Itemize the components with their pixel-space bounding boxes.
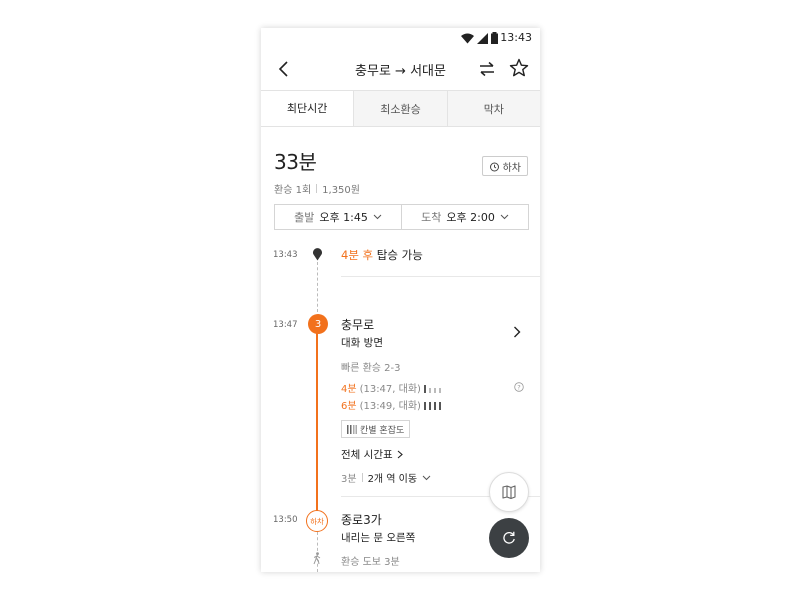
boarding-text: 탑승 가능	[376, 248, 423, 262]
chevron-right-icon[interactable]	[513, 326, 521, 338]
status-icons	[461, 32, 498, 44]
refresh-icon	[503, 531, 515, 544]
help-circle-icon[interactable]: ?	[514, 382, 524, 392]
walking-person-icon	[313, 552, 321, 565]
arrive-value: 오후 2:00	[446, 211, 495, 224]
chevron-down-icon	[373, 214, 382, 220]
stops-count[interactable]: 2개 역 이동	[368, 470, 418, 485]
time-selector: 출발 오후 1:45 도착 오후 2:00	[274, 204, 529, 230]
status-time: 13:43	[500, 31, 532, 44]
refresh-button[interactable]	[489, 518, 529, 558]
quick-transfer: 빠른 환승 2-3	[341, 363, 401, 374]
phone-screen: 13:43 충무로 → 서대문 최단시간 최소환승 막차 33분 환승 1회 1…	[261, 28, 540, 572]
start-time: 13:43	[273, 250, 298, 260]
full-timetable-link[interactable]: 전체 시간표	[341, 447, 403, 462]
route-meta: 환승 1회 1,350원	[274, 181, 360, 196]
swap-direction-icon[interactable]	[476, 58, 498, 80]
board-direction: 대화 방면	[341, 337, 383, 349]
map-button[interactable]	[489, 472, 529, 512]
arrival-row: 6분 (13:49, 대화)	[341, 397, 441, 412]
ride-divider	[361, 473, 363, 482]
timetable-label: 전체 시간표	[341, 449, 393, 461]
arrive-label: 도착	[421, 211, 442, 224]
app-bar: 충무로 → 서대문	[261, 48, 540, 90]
timeline-divider	[341, 276, 540, 277]
favorite-star-icon[interactable]	[508, 57, 530, 79]
alight-time: 13:50	[273, 515, 298, 525]
car-congestion-button[interactable]: 칸별 혼잡도	[341, 420, 411, 438]
status-bar: 13:43	[261, 28, 540, 48]
congestion-low-icon	[423, 384, 441, 393]
alarm-clock-icon	[489, 162, 499, 171]
total-duration: 33분	[274, 150, 317, 174]
depart-label: 출발	[294, 211, 315, 224]
tab-last-train[interactable]: 막차	[446, 91, 540, 126]
alight-alarm-button[interactable]: 하차	[481, 156, 528, 176]
wifi-icon	[461, 33, 474, 43]
transfer-walk: 환승 도보 3분	[341, 557, 400, 568]
timeline-dotted-line	[317, 262, 318, 312]
arrival-minutes: 6분	[341, 401, 357, 412]
ride-info: 3분 2개 역 이동	[341, 470, 431, 485]
fare: 1,350원	[322, 185, 360, 196]
arrival-detail: (13:49, 대화)	[359, 401, 421, 412]
board-time: 13:47	[273, 320, 298, 330]
alight-badge: 하차	[306, 510, 328, 532]
alight-station[interactable]: 종로3가	[341, 511, 382, 528]
line-3-badge: 3	[308, 314, 328, 334]
boarding-availability: 4분 후 탑승 가능	[341, 247, 423, 263]
arrival-time-select[interactable]: 도착 오후 2:00	[401, 205, 528, 229]
transfer-count: 환승 1회	[274, 185, 312, 196]
arrival-row: 4분 (13:47, 대화)	[341, 380, 441, 395]
signal-icon	[477, 32, 488, 44]
tab-fastest[interactable]: 최단시간	[261, 91, 354, 126]
ride-minutes: 3분	[341, 474, 357, 485]
depart-value: 오후 1:45	[319, 211, 368, 224]
subway-ride-line	[316, 324, 318, 514]
congestion-label: 칸별 혼잡도	[360, 425, 405, 436]
congestion-high-icon	[423, 401, 441, 410]
location-pin-icon	[313, 248, 322, 261]
arrival-detail: (13:47, 대화)	[359, 384, 421, 395]
arrival-minutes: 4분	[341, 384, 357, 395]
departure-time-select[interactable]: 출발 오후 1:45	[275, 205, 401, 229]
congestion-bars-icon	[347, 424, 357, 434]
svg-text:?: ?	[517, 384, 520, 392]
meta-divider	[316, 184, 318, 193]
chevron-down-icon[interactable]	[422, 475, 431, 481]
route-option-tabs: 최단시간 최소환승 막차	[261, 90, 540, 127]
alarm-label: 하차	[502, 162, 521, 174]
route-title: 충무로 → 서대문	[355, 64, 446, 79]
map-icon	[502, 485, 516, 500]
boarding-minutes: 4분 후	[341, 248, 374, 262]
route-summary: 33분 환승 1회 1,350원	[274, 146, 360, 196]
tab-fewest-transfers[interactable]: 최소환승	[353, 91, 447, 126]
alight-door: 내리는 문 오른쪽	[341, 532, 416, 544]
chevron-down-icon	[500, 214, 509, 220]
battery-icon	[491, 32, 498, 44]
board-station[interactable]: 충무로	[341, 316, 374, 333]
chevron-right-icon	[397, 450, 403, 459]
